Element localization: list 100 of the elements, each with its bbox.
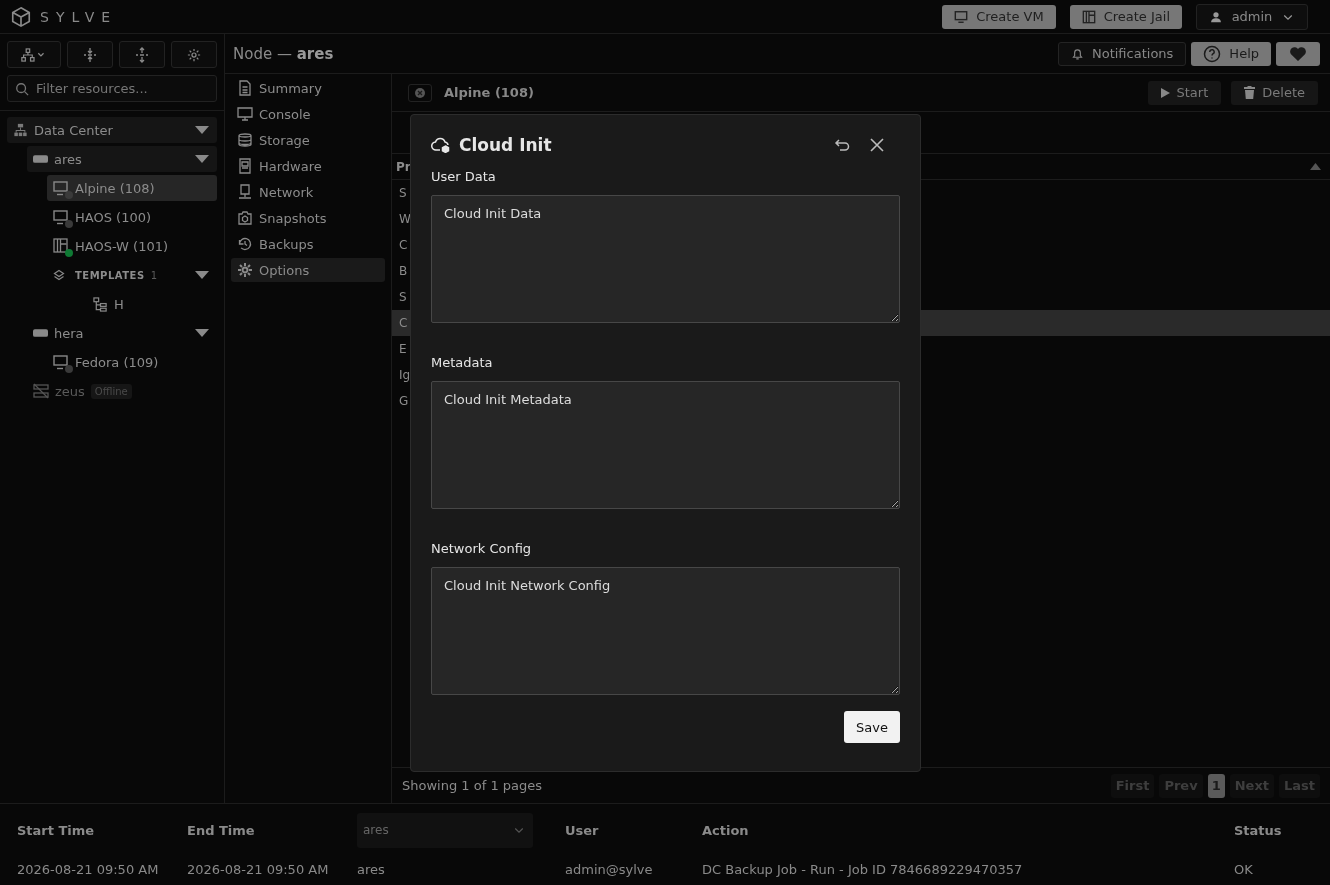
nav-item[interactable]: Storage: [231, 128, 385, 152]
search-icon: [15, 82, 29, 96]
item-label: hera: [54, 325, 84, 341]
user-icon: [1209, 10, 1222, 23]
item-label: ares: [54, 151, 82, 167]
column-header: Status: [1234, 822, 1283, 838]
monitor-icon: [53, 354, 69, 370]
tree-item[interactable]: Fedora (109): [47, 349, 217, 375]
table-cell-text: 2026-08-21 09:50 AM: [17, 861, 160, 877]
hardware-icon: [237, 158, 253, 174]
nav-item[interactable]: Hardware: [231, 154, 385, 178]
sort-icon[interactable]: [1310, 163, 1321, 170]
create-vm-button[interactable]: Create VM: [942, 4, 1056, 29]
settings-button[interactable]: [171, 41, 217, 68]
table-cell-text: 2026-08-21 09:50 AM: [187, 861, 330, 877]
nav-item[interactable]: Summary: [231, 76, 385, 100]
table-cell-text: OK: [1234, 861, 1254, 877]
item-label: Alpine (108): [75, 180, 155, 196]
tree-item[interactable]: HAOS (100): [47, 204, 217, 230]
tree-item[interactable]: ares: [27, 146, 217, 172]
item-label: HAOS (100): [75, 209, 151, 225]
tree-item[interactable]: Alpine (108): [47, 175, 217, 201]
tree-item[interactable]: hera: [27, 320, 217, 346]
caret-icon[interactable]: [195, 270, 209, 280]
play-icon: [1160, 87, 1170, 98]
vm-tab-title: Alpine (108): [444, 85, 534, 100]
camera-icon: [237, 210, 253, 226]
caret-icon[interactable]: [195, 328, 209, 338]
node-select[interactable]: ares: [357, 812, 533, 848]
layers-icon: [53, 269, 65, 281]
expand-icon: [82, 46, 98, 63]
save-button[interactable]: Save: [844, 711, 900, 743]
column-header: Start Time: [17, 822, 96, 838]
network-icon: [237, 184, 253, 200]
monitor-icon: [954, 9, 969, 24]
field-label: Network Config: [431, 541, 533, 556]
cloud-icon: [431, 137, 451, 153]
collapse-all-button[interactable]: [119, 41, 165, 68]
document-icon: [237, 80, 253, 96]
nav-item[interactable]: Backups: [231, 232, 385, 256]
monitor-icon: [237, 106, 253, 122]
item-label: Fedora (109): [75, 354, 159, 370]
item-label: H: [114, 296, 124, 312]
caret-icon[interactable]: [195, 154, 209, 164]
nav-item[interactable]: Snapshots: [231, 206, 385, 230]
item-label: HAOS-W (101): [75, 238, 169, 254]
page-summary: Showing 1 of 1 pages: [402, 778, 543, 793]
hierarchy-icon: [13, 123, 28, 137]
text-area[interactable]: Cloud Init Data: [431, 195, 900, 323]
heart-icon: [1289, 45, 1307, 62]
history-icon: [237, 236, 253, 252]
filter-field[interactable]: Filter resources...: [7, 75, 217, 102]
text-area[interactable]: Cloud Init Metadata: [431, 381, 900, 509]
field-label: User Data: [431, 169, 497, 184]
item-label: zeus: [55, 383, 85, 399]
nav-item[interactable]: Options: [231, 258, 385, 282]
close-tab-button[interactable]: [408, 83, 432, 102]
item-label: Data Center: [34, 122, 113, 138]
help-icon: [1203, 44, 1222, 63]
tree-item[interactable]: H: [67, 291, 217, 317]
favorite-button[interactable]: [1276, 41, 1320, 66]
notifications-button[interactable]: Notifications: [1058, 41, 1187, 66]
dialog-title: Cloud Init: [459, 135, 553, 155]
nav-item[interactable]: Console: [231, 102, 385, 126]
nav-item[interactable]: Network: [231, 180, 385, 204]
tree-item[interactable]: TEMPLATES 1: [47, 262, 217, 288]
template-icon: [93, 296, 108, 312]
collapse-icon: [134, 46, 150, 63]
bell-icon: [1071, 46, 1084, 61]
hierarchy-icon: [21, 47, 47, 62]
create-jail-button[interactable]: Create Jail: [1069, 4, 1182, 29]
user-menu[interactable]: admin: [1196, 3, 1308, 30]
monitor-icon: [53, 180, 69, 196]
table-cell-text: DC Backup Job - Run - Job ID 7846689229470357: [702, 861, 1024, 877]
table-cell-text: ares: [357, 861, 386, 877]
expand-all-button[interactable]: [67, 41, 113, 68]
monitor-icon: [53, 209, 69, 225]
help-button[interactable]: Help: [1191, 41, 1271, 66]
settings-icon: [187, 47, 201, 62]
delete-button[interactable]: Delete: [1231, 80, 1318, 105]
column-header: End Time: [187, 822, 256, 838]
page-title: Node — ares: [233, 44, 334, 63]
close-icon[interactable]: [870, 138, 884, 152]
jail-icon: [53, 238, 69, 254]
start-button[interactable]: Start: [1147, 80, 1222, 105]
tree-item[interactable]: HAOS-W (101): [47, 233, 217, 259]
column-header: User: [565, 822, 600, 838]
cube-logo-icon: [10, 5, 32, 28]
field-label: Metadata: [431, 355, 494, 370]
trash-icon: [1244, 86, 1256, 99]
undo-icon[interactable]: [834, 137, 850, 153]
brand-name: SYLVE: [40, 8, 118, 25]
column-header: Action: [702, 822, 750, 838]
gear-icon: [237, 262, 253, 278]
caret-icon[interactable]: [195, 125, 209, 135]
text-area[interactable]: Cloud Init Network Config: [431, 567, 900, 695]
column-header: Pr: [396, 159, 411, 174]
tree-item[interactable]: Data Center: [7, 117, 217, 143]
server-icon: [33, 155, 48, 163]
tree-view-button[interactable]: [7, 41, 61, 68]
